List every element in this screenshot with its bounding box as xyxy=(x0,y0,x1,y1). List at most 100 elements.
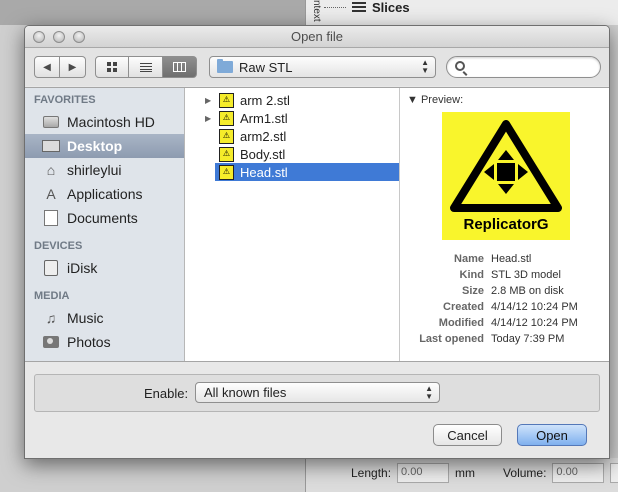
meta-row: Size 2.8 MB on disk xyxy=(461,285,564,297)
folder-icon xyxy=(217,59,233,73)
search-field[interactable] xyxy=(446,56,601,78)
list-view-button[interactable] xyxy=(129,56,163,78)
sidebar-item-desktop[interactable]: Desktop xyxy=(25,134,184,158)
columns-icon xyxy=(173,62,186,72)
music-note-icon: ♫ xyxy=(45,310,57,326)
search-icon xyxy=(455,61,465,71)
applications-icon: A xyxy=(46,186,56,202)
volume-field[interactable]: 0.00 xyxy=(552,463,605,483)
sidebar-item-photos[interactable]: Photos xyxy=(25,330,184,354)
preview-label: ▼ Preview: xyxy=(407,94,464,106)
back-arrow-icon: ◀ xyxy=(43,61,51,73)
meta-row: Kind STL 3D model xyxy=(459,269,561,281)
sidebar-item-label: Documents xyxy=(67,210,138,226)
forward-arrow-icon: ▶ xyxy=(68,61,77,73)
location-label: Raw STL xyxy=(239,59,293,75)
sidebar: FAVORITES Macintosh HD Desktop ⌂ shirley… xyxy=(25,88,185,361)
updown-arrows-icon: ▲ ▼ xyxy=(425,384,433,401)
location-popup[interactable]: Raw STL ▲ ▼ xyxy=(209,56,436,78)
list-icon xyxy=(139,62,152,72)
meta-row: Name Head.stl xyxy=(454,253,532,265)
file-row[interactable]: ▶ ⚠ Arm1.stl xyxy=(185,109,399,127)
back-button[interactable]: ◀ xyxy=(34,56,60,78)
length-label: Length: xyxy=(351,466,392,480)
hard-drive-icon xyxy=(42,114,60,130)
extra-field[interactable] xyxy=(610,463,618,483)
sidebar-item-idisk[interactable]: iDisk xyxy=(25,256,184,280)
meta-row: Last opened Today 7:39 PM xyxy=(419,333,565,345)
file-row-selected[interactable]: ⚠ Head.stl xyxy=(215,163,399,181)
navigation-buttons: ◀ ▶ xyxy=(34,56,86,78)
home-icon: ⌂ xyxy=(46,162,56,178)
column-view-button[interactable] xyxy=(163,56,197,78)
file-filter-bar: Enable: All known files ▲ ▼ xyxy=(34,374,600,412)
sidebar-heading-devices: DEVICES xyxy=(34,240,83,252)
stl-file-icon: ⚠ xyxy=(219,92,234,108)
sidebar-item-home[interactable]: ⌂ shirleylui xyxy=(25,158,184,182)
icon-view-button[interactable] xyxy=(95,56,129,78)
toolbar: ◀ ▶ Raw STL ▲ ▼ xyxy=(25,48,609,86)
forward-button[interactable]: ▶ xyxy=(60,56,86,78)
zoom-window-button[interactable] xyxy=(73,31,85,43)
desktop-icon xyxy=(42,138,60,154)
disclosure-triangle-icon[interactable]: ▶ xyxy=(205,96,211,105)
file-type-select[interactable]: All known files ▲ ▼ xyxy=(195,382,440,403)
stl-file-icon: ⚠ xyxy=(219,128,234,144)
slices-tree-item[interactable]: Slices xyxy=(318,0,410,15)
sidebar-heading-favorites: FAVORITES xyxy=(34,94,96,106)
sidebar-item-label: Macintosh HD xyxy=(67,114,155,130)
file-column: ▶ ⚠ arm 2.stl ▶ ⚠ Arm1.stl ⚠ arm2.stl ⚠ … xyxy=(185,88,400,361)
file-row[interactable]: ▶ ⚠ arm 2.stl xyxy=(185,91,399,109)
disclosure-triangle-icon[interactable]: ▶ xyxy=(205,114,211,123)
length-unit: mm xyxy=(455,466,476,480)
file-metadata: Name Head.stl Kind STL 3D model Size 2.8 MB… xyxy=(400,251,609,347)
stl-file-icon: ⚠ xyxy=(219,146,234,162)
stl-file-icon: ⚠ xyxy=(219,110,234,126)
sidebar-item-label: Applications xyxy=(67,186,143,202)
sidebar-item-label: iDisk xyxy=(67,260,98,276)
background-bottom-panel: Length: 0.00 mm Volume: 0.00 cr xyxy=(305,458,618,492)
background-left-panel xyxy=(0,0,305,25)
search-input[interactable] xyxy=(471,59,591,75)
view-mode-buttons xyxy=(95,56,197,78)
list-icon xyxy=(352,2,366,12)
updown-arrows-icon: ▲ ▼ xyxy=(421,58,429,75)
sidebar-item-label: Music xyxy=(67,310,104,326)
minimize-window-button[interactable] xyxy=(53,31,65,43)
sidebar-item-macintosh-hd[interactable]: Macintosh HD xyxy=(25,110,184,134)
file-name: arm 2.stl xyxy=(240,92,290,108)
tree-line xyxy=(324,6,346,8)
window-controls xyxy=(33,31,85,43)
file-type-value: All known files xyxy=(204,385,287,400)
sidebar-item-label: Photos xyxy=(67,334,111,350)
documents-icon xyxy=(42,210,60,226)
sidebar-item-label: Desktop xyxy=(67,138,123,154)
close-window-button[interactable] xyxy=(33,31,45,43)
meta-row: Modified 4/14/12 10:24 PM xyxy=(438,317,578,329)
meta-row: Created 4/14/12 10:24 PM xyxy=(443,301,578,313)
preview-pane: ▼ Preview: ReplicatorG NameHead.stl Kin xyxy=(400,88,609,361)
sidebar-item-documents[interactable]: Documents xyxy=(25,206,184,230)
idisk-icon xyxy=(42,260,60,276)
file-row[interactable]: ⚠ Body.stl xyxy=(185,145,399,163)
stl-file-icon: ⚠ xyxy=(219,164,234,180)
open-button[interactable]: Open xyxy=(517,424,587,446)
sidebar-heading-media: MEDIA xyxy=(34,290,70,302)
open-file-dialog: Open file ◀ ▶ Raw STL ▲ ▼ FAVORITES Maci… xyxy=(24,25,610,459)
sidebar-item-applications[interactable]: A Applications xyxy=(25,182,184,206)
cancel-button[interactable]: Cancel xyxy=(433,424,502,446)
grid-icon xyxy=(107,62,117,72)
slices-label: Slices xyxy=(372,0,410,15)
file-row[interactable]: ⚠ arm2.stl xyxy=(185,127,399,145)
browser-area: FAVORITES Macintosh HD Desktop ⌂ shirley… xyxy=(25,87,609,362)
preview-image-text: ReplicatorG xyxy=(463,216,549,233)
titlebar: Open file xyxy=(25,26,609,48)
length-field[interactable]: 0.00 xyxy=(397,463,450,483)
file-name: Arm1.stl xyxy=(240,110,288,126)
enable-label: Enable: xyxy=(144,386,189,401)
file-name: Head.stl xyxy=(240,164,288,180)
sidebar-item-music[interactable]: ♫ Music xyxy=(25,306,184,330)
file-name: Body.stl xyxy=(240,146,286,162)
volume-label: Volume: xyxy=(503,466,547,480)
dialog-title: Open file xyxy=(290,29,344,44)
